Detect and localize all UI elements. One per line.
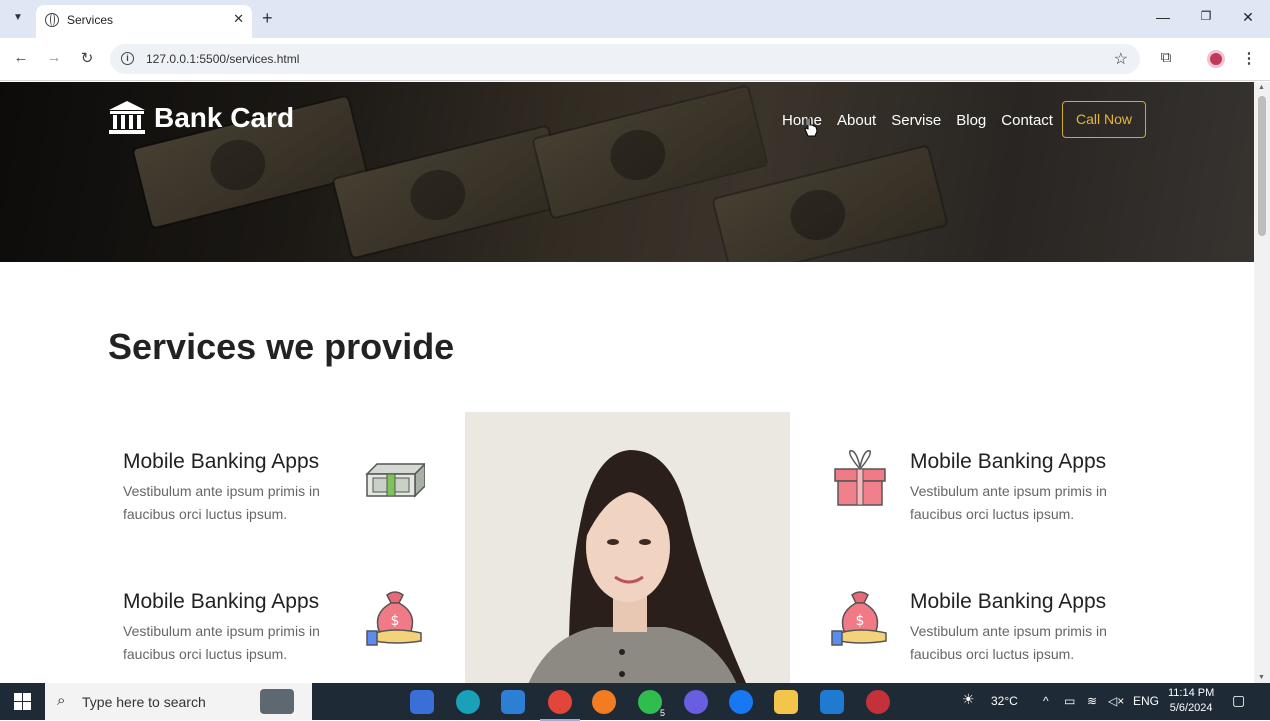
- temperature[interactable]: 32°C: [991, 694, 1018, 708]
- scroll-thumb[interactable]: [1258, 96, 1266, 236]
- back-icon[interactable]: ←: [12, 49, 30, 66]
- reload-icon[interactable]: ↻: [78, 49, 96, 67]
- screen-recorder-icon[interactable]: [866, 690, 890, 714]
- firefox-icon[interactable]: [592, 690, 616, 714]
- store-icon[interactable]: [410, 690, 434, 714]
- money-bag-hand-icon: $: [366, 591, 422, 646]
- hand-cursor-icon: [804, 117, 818, 137]
- whatsapp-badge: 5: [657, 708, 667, 718]
- file-explorer-icon[interactable]: [774, 690, 798, 714]
- extensions-icon[interactable]: ⧉: [1157, 49, 1175, 66]
- language-indicator[interactable]: ENG: [1133, 694, 1159, 708]
- search-placeholder: Type here to search: [82, 694, 206, 710]
- close-window-icon[interactable]: ✕: [1238, 9, 1258, 26]
- money-bag-hand-icon: $: [831, 591, 887, 646]
- nav-servise[interactable]: Servise: [891, 112, 941, 129]
- nav-blog[interactable]: Blog: [956, 112, 986, 129]
- brand-name: Bank Card: [154, 102, 295, 133]
- tab-title: Services: [67, 13, 114, 27]
- service-description: Vestibulum ante ipsum primis in faucibus…: [910, 623, 1107, 662]
- service-item: Mobile Banking Apps Vestibulum ante ipsu…: [910, 590, 1230, 666]
- close-tab-icon[interactable]: ✕: [233, 11, 244, 27]
- nav-about[interactable]: About: [837, 112, 876, 129]
- url-text[interactable]: 127.0.0.1:5500/services.html: [146, 52, 299, 66]
- service-title: Mobile Banking Apps: [910, 590, 1107, 613]
- clock-date: 5/6/2024: [1169, 702, 1213, 714]
- weather-icon[interactable]: ☀: [962, 691, 975, 708]
- globe-icon: [45, 13, 59, 27]
- service-item: Mobile Banking Apps Vestibulum ante ipsu…: [910, 450, 1230, 526]
- whatsapp-icon[interactable]: 5: [638, 690, 667, 718]
- vscode-icon[interactable]: [820, 690, 844, 714]
- browser-tabstrip: ▼ Services ✕ + — ❐ ✕: [0, 0, 1270, 38]
- taskbar-search[interactable]: ⌕ Type here to search: [45, 683, 312, 720]
- bank-icon: [109, 101, 145, 134]
- taskbar-clock[interactable]: 11:14 PM 5/6/2024: [1168, 686, 1214, 716]
- gift-icon: [834, 450, 886, 506]
- clock-time: 11:14 PM: [1168, 687, 1215, 699]
- windows-start-icon[interactable]: [14, 693, 31, 710]
- cash-icon: [365, 462, 425, 498]
- battery-icon[interactable]: ▭: [1064, 694, 1075, 708]
- tab-search-icon[interactable]: ▼: [8, 8, 28, 28]
- service-description: Vestibulum ante ipsum primis in faucibus…: [123, 483, 320, 522]
- volume-icon[interactable]: ◁×: [1108, 694, 1124, 708]
- page-scrollbar[interactable]: ▲ ▼: [1254, 82, 1270, 683]
- woman-portrait-image: [465, 412, 790, 683]
- service-title: Mobile Banking Apps: [910, 450, 1107, 473]
- section-title-normal: Services: [108, 326, 257, 367]
- wifi-icon[interactable]: ≋: [1087, 694, 1097, 708]
- edge-icon[interactable]: [456, 690, 480, 714]
- browser-toolbar: ← → ↻ i 127.0.0.1:5500/services.html ☆ ⧉…: [0, 38, 1270, 81]
- address-bar[interactable]: i 127.0.0.1:5500/services.html ☆: [110, 44, 1140, 74]
- hero-banner: Bank Card Home About Servise Blog Contac…: [0, 82, 1254, 262]
- more-menu-icon[interactable]: ⋮: [1240, 49, 1258, 67]
- nav-contact[interactable]: Contact: [1001, 112, 1053, 129]
- section-title-bold: we provide: [266, 326, 455, 367]
- bookmark-star-icon[interactable]: ☆: [1114, 49, 1128, 69]
- scroll-up-icon[interactable]: ▲: [1258, 84, 1265, 91]
- main-nav: Home About Servise Blog Contact: [782, 112, 1068, 129]
- facebook-icon[interactable]: [729, 690, 753, 714]
- site-logo[interactable]: Bank Card: [107, 100, 294, 136]
- windows-taskbar: ⌕ Type here to search 5 ☀ 32°C ^ ▭ ≋ ◁× …: [0, 683, 1270, 721]
- svg-text:$: $: [391, 613, 400, 629]
- profile-avatar[interactable]: [1207, 50, 1225, 68]
- minimize-icon[interactable]: —: [1153, 9, 1173, 25]
- new-tab-icon[interactable]: +: [262, 8, 273, 28]
- search-icon: ⌕: [57, 692, 66, 709]
- camera-icon: [260, 689, 294, 714]
- notifications-icon[interactable]: ▢: [1232, 692, 1245, 709]
- svg-text:$: $: [856, 613, 865, 629]
- media-player-icon[interactable]: [684, 690, 708, 714]
- site-info-icon[interactable]: i: [121, 52, 134, 65]
- call-now-button[interactable]: Call Now: [1062, 101, 1146, 138]
- section-title: Services we provide: [108, 326, 454, 368]
- restore-icon[interactable]: ❐: [1196, 9, 1216, 23]
- scroll-down-icon[interactable]: ▼: [1258, 674, 1265, 681]
- service-description: Vestibulum ante ipsum primis in faucibus…: [910, 483, 1107, 522]
- mail-icon[interactable]: [501, 690, 525, 714]
- chrome-icon[interactable]: [540, 690, 580, 721]
- service-description: Vestibulum ante ipsum primis in faucibus…: [123, 623, 320, 662]
- chevron-up-icon[interactable]: ^: [1043, 694, 1049, 708]
- browser-tab[interactable]: Services ✕: [36, 5, 252, 38]
- person-photo: [465, 412, 790, 683]
- forward-icon[interactable]: →: [45, 49, 63, 66]
- page-viewport: Bank Card Home About Servise Blog Contac…: [0, 82, 1254, 683]
